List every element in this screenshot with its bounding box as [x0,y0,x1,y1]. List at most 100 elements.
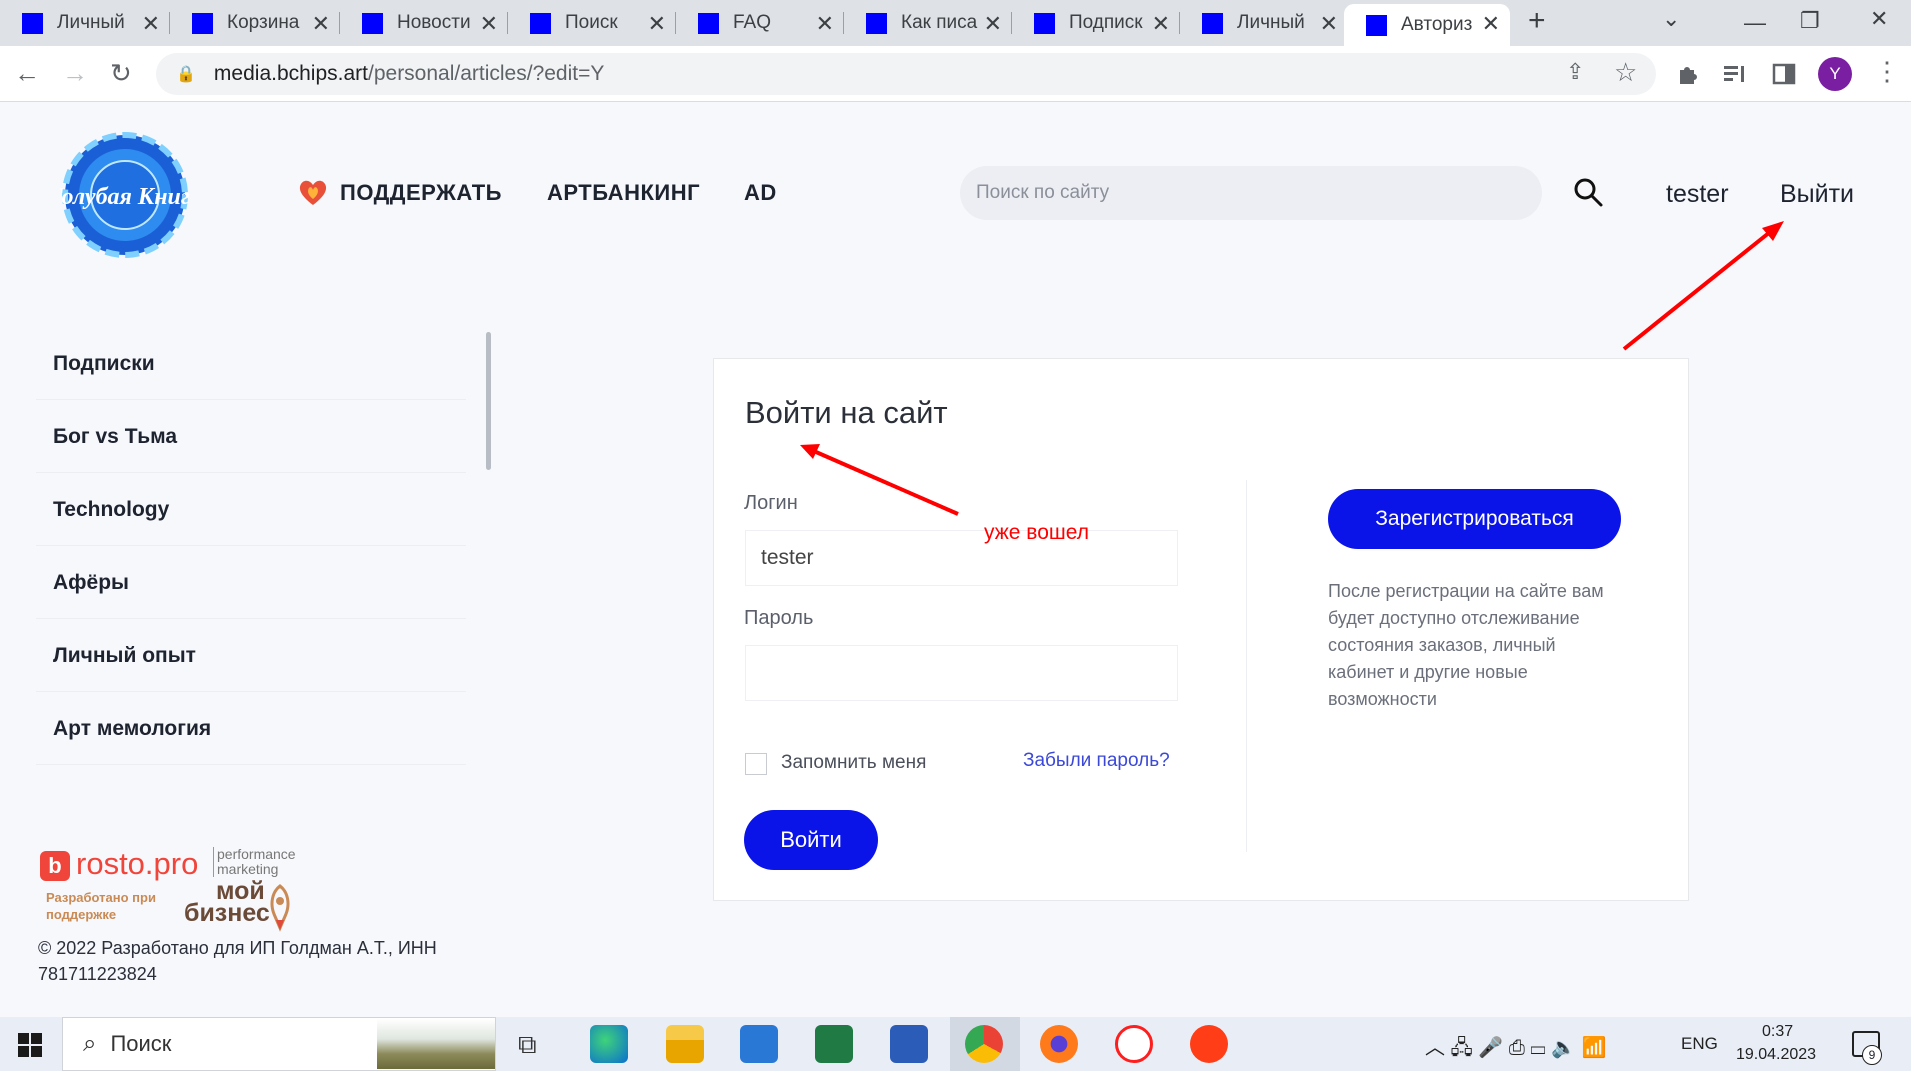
close-window-icon[interactable]: ✕ [1870,6,1888,32]
login-input[interactable] [745,530,1178,586]
new-tab-plus-icon[interactable]: + [1528,4,1546,38]
login-submit-button[interactable]: Войти [744,810,878,870]
remember-me-checkbox[interactable] [745,753,767,775]
register-info-text: После регистрации на сайте вам будет дос… [1328,581,1604,709]
file-explorer-icon[interactable] [666,1025,704,1063]
address-bar[interactable]: 🔒 media.bchips.art/personal/articles/?ed… [156,53,1656,95]
sidebar-item-personal-experience[interactable]: Личный опыт [36,620,466,692]
sidebar-item-subscriptions[interactable]: Подписки [36,328,466,400]
system-tray-icons[interactable]: ︿ 🖧 🎤 ⎙ ▭ 🔈 📶 [1425,1031,1607,1067]
close-tab-icon[interactable]: ✕ [142,11,160,37]
clock-date[interactable]: 19.04.2023 [1736,1046,1816,1064]
rosto-logo-text[interactable]: rosto.pro [76,846,198,882]
site-search-input[interactable] [960,166,1542,220]
bookmark-star-icon[interactable]: ☆ [1614,57,1637,88]
favicon-icon [1202,12,1223,34]
sidebar-item-scams[interactable]: Афёры [36,547,466,619]
nav-artbanking-link[interactable]: АРТБАНКИНГ [547,180,700,206]
close-tab-icon[interactable]: ✕ [816,11,834,37]
restore-icon[interactable]: ❐ [1800,8,1820,34]
close-tab-icon[interactable]: ✕ [648,11,666,37]
tab-5[interactable]: Как писа ✕ [844,4,1012,42]
minimize-icon[interactable]: — [1744,10,1766,36]
browser-toolbar: ← → ↻ 🔒 media.bchips.art/personal/articl… [0,46,1911,102]
forward-arrow-icon[interactable]: → [62,58,88,89]
tab-title: Личный [57,12,125,33]
password-field-label: Пароль [744,607,814,629]
magnifier-icon: ⌕ [83,1030,97,1057]
sidebar-item-art-memology[interactable]: Арт мемология [36,693,466,765]
reload-icon[interactable]: ↻ [110,58,132,89]
word-icon[interactable] [890,1025,928,1063]
windows-start-icon[interactable] [18,1033,42,1057]
rosto-logo-mark: b [40,851,70,881]
sidebar-item-god-vs-darkness[interactable]: Бог vs Тьма [36,401,466,473]
favicon-icon [192,12,213,34]
developed-with-support-text: Разработано при поддержке [46,890,156,922]
side-panel-icon[interactable] [1772,62,1796,86]
tab-title: Личный [1237,12,1305,33]
annotation-arrow-to-logout [1622,221,1784,351]
menu-kebab-icon[interactable]: ⋮ [1874,56,1900,87]
nav-ad-link[interactable]: AD [744,180,777,206]
annotation-note: уже вошел [984,521,1089,544]
close-tab-icon[interactable]: ✕ [1320,11,1338,37]
tab-8-active[interactable]: Авториз ✕ [1344,4,1510,46]
tab-4[interactable]: FAQ ✕ [676,4,844,42]
rocket-pin-icon [270,884,290,932]
tab-search-chevron-icon[interactable]: ⌄ [1662,6,1680,32]
url-path: /personal/articles/?edit=Y [368,62,605,85]
login-field-label: Логин [744,492,798,514]
tab-3[interactable]: Поиск ✕ [508,4,676,42]
profile-avatar[interactable]: Y [1818,57,1852,91]
taskbar-search-label: Поиск [110,1031,172,1056]
edge-icon[interactable] [590,1025,628,1063]
back-arrow-icon[interactable]: ← [14,58,40,89]
search-icon[interactable] [1572,176,1604,208]
favicon-icon [698,12,719,34]
close-tab-icon[interactable]: ✕ [1152,11,1170,37]
reading-list-icon[interactable] [1722,62,1748,86]
mail-icon[interactable] [740,1025,778,1063]
close-tab-icon[interactable]: ✕ [312,11,330,37]
tab-title: Авториз [1401,14,1473,35]
logo-text: Голубая Книга [60,184,190,210]
tab-0[interactable]: Личный ✕ [0,4,170,42]
logout-link[interactable]: Выйти [1780,180,1854,209]
favicon-icon [22,12,43,34]
biznes-text: бизнес [184,899,270,927]
sidebar-scrollbar[interactable] [486,332,491,470]
copyright-text: © 2022 Разработано для ИП Голдман А.Т., … [38,938,437,984]
close-tab-icon[interactable]: ✕ [1482,11,1500,37]
tab-2[interactable]: Новости ✕ [340,4,508,42]
tab-title: Как писа [901,12,978,33]
favicon-icon [1366,14,1387,36]
card-divider [1246,480,1247,852]
tab-1[interactable]: Корзина ✕ [170,4,340,42]
yandex-icon[interactable] [1190,1025,1228,1063]
remember-me-label[interactable]: Запомнить меня [781,752,926,774]
tab-6[interactable]: Подписк ✕ [1012,4,1180,42]
chrome-icon[interactable] [965,1025,1003,1063]
register-button[interactable]: Зарегистрироваться [1328,489,1621,549]
excel-icon[interactable] [815,1025,853,1063]
extensions-puzzle-icon[interactable] [1676,62,1700,86]
sidebar-item-technology[interactable]: Technology [36,474,466,546]
password-input[interactable] [745,645,1178,701]
task-view-icon[interactable]: ⧉ [518,1029,537,1061]
tab-7[interactable]: Личный ✕ [1180,4,1348,42]
moy-biznes-logo[interactable]: мой бизнес [184,879,270,927]
site-logo[interactable]: Голубая Книга [60,132,190,258]
yandex-browser-icon[interactable] [1115,1025,1153,1063]
clock-time[interactable]: 0:37 [1762,1023,1793,1041]
user-name-link[interactable]: tester [1666,180,1729,209]
language-indicator[interactable]: ENG [1681,1034,1718,1054]
lock-icon: 🔒 [176,66,196,83]
close-tab-icon[interactable]: ✕ [480,11,498,37]
tab-title: FAQ [733,12,772,33]
share-icon[interactable]: ⇪ [1566,59,1584,85]
nav-support-link[interactable]: ПОДДЕРЖАТЬ [340,180,502,206]
close-tab-icon[interactable]: ✕ [984,11,1002,37]
forgot-password-link[interactable]: Забыли пароль? [1023,750,1170,772]
firefox-icon[interactable] [1040,1025,1078,1063]
